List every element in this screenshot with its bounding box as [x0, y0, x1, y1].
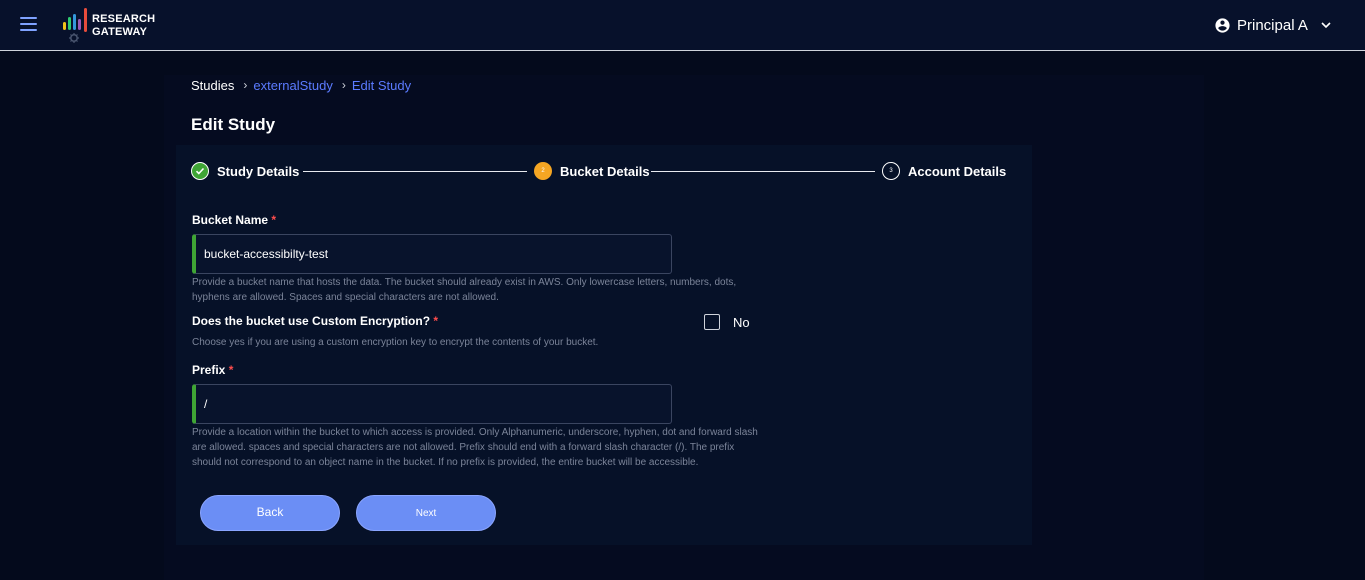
breadcrumb-chevron-icon: ›: [243, 78, 248, 92]
prefix-label-text: Prefix: [192, 363, 226, 377]
logo-text: RESEARCH GATEWAY: [92, 13, 155, 39]
required-mark: *: [271, 213, 277, 227]
encryption-checkbox[interactable]: [704, 314, 720, 330]
step-label: Bucket Details: [560, 163, 650, 179]
bucket-name-label: Bucket Name *: [192, 213, 276, 227]
next-button[interactable]: Next: [356, 495, 496, 531]
required-mark: *: [228, 363, 234, 377]
breadcrumb-studies[interactable]: Studies: [191, 78, 234, 93]
step-connector: [651, 171, 875, 172]
prefix-hint: Provide a location within the bucket to …: [192, 427, 758, 468]
step-number: 2: [541, 168, 545, 174]
required-mark: *: [433, 314, 439, 328]
logo-line-2: GATEWAY: [92, 26, 148, 38]
logo-line-1: RESEARCH: [92, 13, 156, 25]
breadcrumb-edit-study[interactable]: Edit Study: [352, 78, 411, 93]
prefix-label: Prefix *: [192, 363, 233, 377]
research-gateway-logo-icon: [63, 8, 87, 43]
encryption-checkbox-label[interactable]: No: [733, 315, 750, 330]
step-label: Study Details: [217, 163, 300, 179]
encryption-label: Does the bucket use Custom Encryption? *: [192, 314, 438, 328]
step-bucket-details[interactable]: 2 Bucket Details: [534, 160, 650, 182]
chevron-down-icon[interactable]: [1320, 19, 1332, 31]
user-menu[interactable]: Principal A: [1214, 14, 1332, 36]
step-study-details[interactable]: Study Details: [191, 160, 299, 182]
bucket-name-label-text: Bucket Name: [192, 213, 269, 227]
bucket-name-input[interactable]: [192, 234, 672, 274]
account-circle-icon: [1215, 17, 1230, 33]
step-label: Account Details: [908, 163, 1007, 179]
check-circle-icon: [191, 162, 209, 180]
user-name: Principal A: [1237, 16, 1308, 34]
encryption-hint: Choose yes if you are using a custom enc…: [192, 337, 599, 348]
stepper: Study Details 2 Bucket Details 3 Account…: [191, 160, 1011, 182]
encryption-label-text: Does the bucket use Custom Encryption?: [192, 314, 431, 328]
step-number-circle: 2: [534, 162, 552, 180]
page-title: Edit Study: [191, 115, 276, 134]
step-number: 3: [889, 168, 893, 174]
breadcrumb-external-study[interactable]: externalStudy: [253, 78, 333, 93]
prefix-input[interactable]: [192, 384, 672, 424]
breadcrumb-chevron-icon: ›: [341, 78, 346, 92]
top-app-bar: RESEARCH GATEWAY Principal A: [0, 0, 1365, 51]
breadcrumb: Studies › externalStudy › Edit Study: [191, 77, 411, 93]
encryption-checkbox-group[interactable]: No: [704, 314, 750, 330]
step-number-circle: 3: [882, 162, 900, 180]
step-connector: [303, 171, 527, 172]
step-account-details[interactable]: 3 Account Details: [882, 160, 1006, 182]
hamburger-menu-icon[interactable]: [20, 17, 37, 31]
back-button[interactable]: Back: [200, 495, 340, 531]
bucket-name-hint: Provide a bucket name that hosts the dat…: [192, 277, 737, 303]
